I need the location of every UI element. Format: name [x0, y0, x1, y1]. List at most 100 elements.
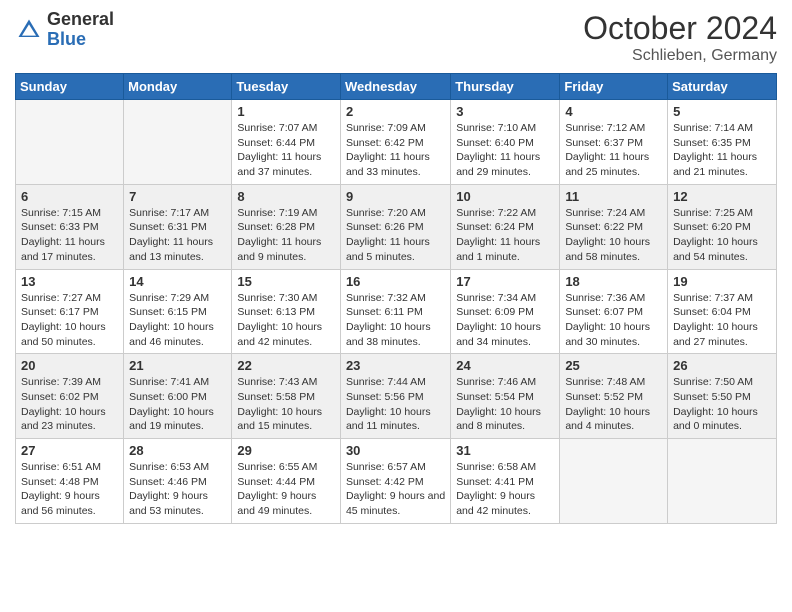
col-sunday: Sunday — [16, 74, 124, 100]
calendar-week-3: 13Sunrise: 7:27 AMSunset: 6:17 PMDayligh… — [16, 269, 777, 354]
day-info: Sunrise: 7:25 AMSunset: 6:20 PMDaylight:… — [673, 206, 771, 265]
calendar-week-1: 1 Sunrise: 7:07 AMSunset: 6:44 PMDaylight… — [16, 100, 777, 185]
calendar-cell: 17 Sunrise: 7:34 AMSunset: 6:09 PMDayligh… — [451, 269, 560, 354]
day-info: Sunrise: 7:29 AMSunset: 6:15 PMDaylight:… — [129, 291, 226, 350]
day-info: Sunrise: 7:39 AMSunset: 6:02 PMDaylight:… — [21, 375, 118, 434]
location-title: Schlieben, Germany — [583, 47, 777, 65]
calendar-cell: 2 Sunrise: 7:09 AMSunset: 6:42 PMDaylight… — [340, 100, 450, 185]
day-info: Sunrise: 7:32 AMSunset: 6:11 PMDaylight:… — [346, 291, 445, 350]
calendar-cell: 5 Sunrise: 7:14 AMSunset: 6:35 PMDaylight… — [668, 100, 777, 185]
day-number: 24 — [456, 358, 554, 373]
col-saturday: Saturday — [668, 74, 777, 100]
col-monday: Monday — [124, 74, 232, 100]
calendar-cell: 22 Sunrise: 7:43 AMSunset: 5:58 PMDayligh… — [232, 354, 341, 439]
calendar-cell — [668, 439, 777, 524]
day-number: 12 — [673, 189, 771, 204]
calendar-cell: 8 Sunrise: 7:19 AMSunset: 6:28 PMDaylight… — [232, 184, 341, 269]
calendar-cell: 29 Sunrise: 6:55 AMSunset: 4:44 PMDayligh… — [232, 439, 341, 524]
calendar-cell: 3Sunrise: 7:10 AMSunset: 6:40 PMDaylight… — [451, 100, 560, 185]
day-info: Sunrise: 7:34 AMSunset: 6:09 PMDaylight:… — [456, 291, 554, 350]
day-number: 28 — [129, 443, 226, 458]
calendar-cell: 28 Sunrise: 6:53 AMSunset: 4:46 PMDayligh… — [124, 439, 232, 524]
day-number: 1 — [237, 104, 335, 119]
col-tuesday: Tuesday — [232, 74, 341, 100]
day-number: 14 — [129, 274, 226, 289]
calendar-cell: 9Sunrise: 7:20 AMSunset: 6:26 PMDaylight… — [340, 184, 450, 269]
day-number: 8 — [237, 189, 335, 204]
day-info: Sunrise: 7:43 AMSunset: 5:58 PMDaylight:… — [237, 375, 335, 434]
day-number: 20 — [21, 358, 118, 373]
day-info: Sunrise: 7:30 AMSunset: 6:13 PMDaylight:… — [237, 291, 335, 350]
logo-icon — [15, 16, 43, 44]
day-number: 11 — [565, 189, 662, 204]
day-info: Sunrise: 7:37 AMSunset: 6:04 PMDaylight:… — [673, 291, 771, 350]
day-info: Sunrise: 7:07 AMSunset: 6:44 PMDaylight:… — [237, 121, 335, 180]
day-info: Sunrise: 7:48 AMSunset: 5:52 PMDaylight:… — [565, 375, 662, 434]
calendar-cell: 20 Sunrise: 7:39 AMSunset: 6:02 PMDayligh… — [16, 354, 124, 439]
calendar-table: Sunday Monday Tuesday Wednesday Thursday… — [15, 73, 777, 524]
day-number: 29 — [237, 443, 335, 458]
calendar-cell: 19 Sunrise: 7:37 AMSunset: 6:04 PMDayligh… — [668, 269, 777, 354]
day-number: 10 — [456, 189, 554, 204]
calendar-cell: 25Sunrise: 7:48 AMSunset: 5:52 PMDayligh… — [560, 354, 668, 439]
month-title: October 2024 — [583, 10, 777, 47]
calendar-cell — [124, 100, 232, 185]
day-number: 16 — [346, 274, 445, 289]
day-number: 26 — [673, 358, 771, 373]
day-info: Sunrise: 7:09 AMSunset: 6:42 PMDaylight:… — [346, 121, 445, 180]
calendar-cell: 13Sunrise: 7:27 AMSunset: 6:17 PMDayligh… — [16, 269, 124, 354]
day-info: Sunrise: 7:20 AMSunset: 6:26 PMDaylight:… — [346, 206, 445, 265]
calendar-cell: 23 Sunrise: 7:44 AMSunset: 5:56 PMDayligh… — [340, 354, 450, 439]
logo: General Blue — [15, 10, 114, 50]
day-number: 7 — [129, 189, 226, 204]
day-number: 13 — [21, 274, 118, 289]
day-number: 31 — [456, 443, 554, 458]
calendar-cell: 21 Sunrise: 7:41 AMSunset: 6:00 PMDayligh… — [124, 354, 232, 439]
day-number: 18 — [565, 274, 662, 289]
calendar-cell: 15 Sunrise: 7:30 AMSunset: 6:13 PMDayligh… — [232, 269, 341, 354]
day-info: Sunrise: 6:51 AMSunset: 4:48 PMDaylight:… — [21, 460, 118, 519]
day-info: Sunrise: 7:50 AMSunset: 5:50 PMDaylight:… — [673, 375, 771, 434]
day-number: 2 — [346, 104, 445, 119]
day-info: Sunrise: 7:17 AMSunset: 6:31 PMDaylight:… — [129, 206, 226, 265]
logo-text: General Blue — [47, 10, 114, 50]
col-wednesday: Wednesday — [340, 74, 450, 100]
day-info: Sunrise: 6:55 AMSunset: 4:44 PMDaylight:… — [237, 460, 335, 519]
day-info: Sunrise: 6:57 AMSunset: 4:42 PMDaylight:… — [346, 460, 445, 519]
day-number: 30 — [346, 443, 445, 458]
calendar-cell: 7 Sunrise: 7:17 AMSunset: 6:31 PMDaylight… — [124, 184, 232, 269]
day-number: 17 — [456, 274, 554, 289]
calendar-cell: 1 Sunrise: 7:07 AMSunset: 6:44 PMDaylight… — [232, 100, 341, 185]
day-info: Sunrise: 7:46 AMSunset: 5:54 PMDaylight:… — [456, 375, 554, 434]
header-row: Sunday Monday Tuesday Wednesday Thursday… — [16, 74, 777, 100]
calendar-cell: 12 Sunrise: 7:25 AMSunset: 6:20 PMDayligh… — [668, 184, 777, 269]
day-number: 22 — [237, 358, 335, 373]
title-area: October 2024 Schlieben, Germany — [583, 10, 777, 65]
calendar-cell: 18 Sunrise: 7:36 AMSunset: 6:07 PMDayligh… — [560, 269, 668, 354]
day-info: Sunrise: 7:36 AMSunset: 6:07 PMDaylight:… — [565, 291, 662, 350]
calendar-cell: 4 Sunrise: 7:12 AMSunset: 6:37 PMDaylight… — [560, 100, 668, 185]
day-info: Sunrise: 7:12 AMSunset: 6:37 PMDaylight:… — [565, 121, 662, 180]
day-number: 23 — [346, 358, 445, 373]
day-number: 5 — [673, 104, 771, 119]
calendar-cell — [16, 100, 124, 185]
day-info: Sunrise: 7:41 AMSunset: 6:00 PMDaylight:… — [129, 375, 226, 434]
day-number: 15 — [237, 274, 335, 289]
calendar-week-4: 20 Sunrise: 7:39 AMSunset: 6:02 PMDayligh… — [16, 354, 777, 439]
day-info: Sunrise: 6:53 AMSunset: 4:46 PMDaylight:… — [129, 460, 226, 519]
day-info: Sunrise: 7:44 AMSunset: 5:56 PMDaylight:… — [346, 375, 445, 434]
day-number: 6 — [21, 189, 118, 204]
day-info: Sunrise: 7:10 AMSunset: 6:40 PMDaylight:… — [456, 121, 554, 180]
day-info: Sunrise: 7:22 AMSunset: 6:24 PMDaylight:… — [456, 206, 554, 265]
calendar-cell: 11Sunrise: 7:24 AMSunset: 6:22 PMDayligh… — [560, 184, 668, 269]
calendar-week-5: 27 Sunrise: 6:51 AMSunset: 4:48 PMDayligh… — [16, 439, 777, 524]
calendar-body: 1 Sunrise: 7:07 AMSunset: 6:44 PMDaylight… — [16, 100, 777, 524]
day-number: 21 — [129, 358, 226, 373]
calendar-cell: 16 Sunrise: 7:32 AMSunset: 6:11 PMDayligh… — [340, 269, 450, 354]
day-info: Sunrise: 7:14 AMSunset: 6:35 PMDaylight:… — [673, 121, 771, 180]
day-info: Sunrise: 7:19 AMSunset: 6:28 PMDaylight:… — [237, 206, 335, 265]
day-number: 27 — [21, 443, 118, 458]
col-thursday: Thursday — [451, 74, 560, 100]
day-number: 19 — [673, 274, 771, 289]
day-number: 4 — [565, 104, 662, 119]
